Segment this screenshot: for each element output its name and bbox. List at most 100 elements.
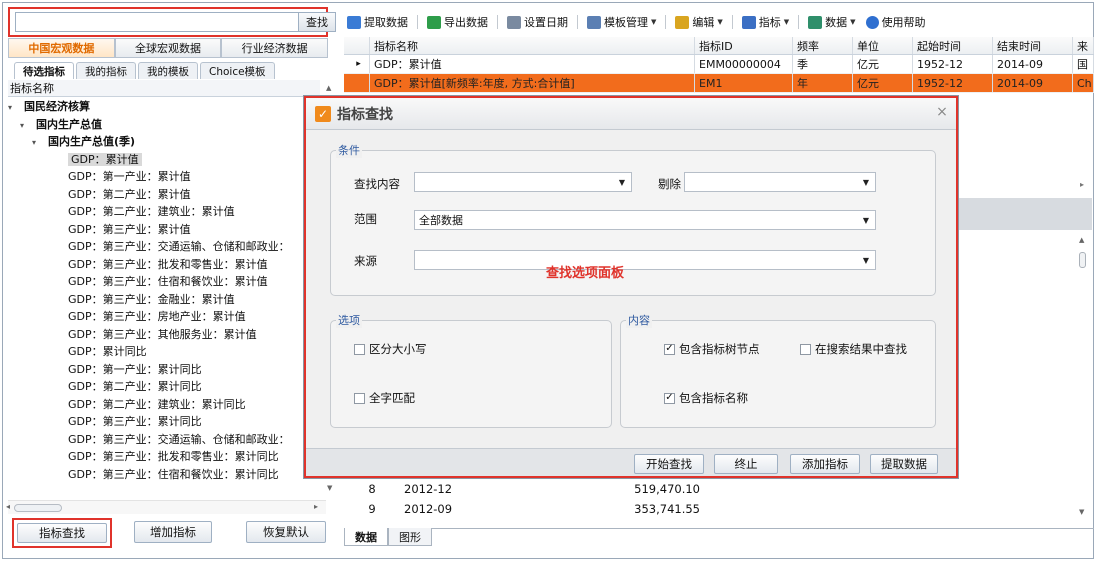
close-icon[interactable]: ×	[934, 104, 950, 120]
checkbox-box[interactable]	[354, 343, 365, 355]
tree-node[interactable]: GDP：第一产业：累计值	[8, 168, 328, 186]
start-find-button[interactable]: 开始查找	[634, 454, 704, 474]
chevron-down-icon[interactable]: ▼	[717, 18, 722, 26]
tree-node[interactable]: ▾ 国民经济核算	[8, 98, 328, 116]
expand-toggle-icon[interactable]: ▾	[20, 117, 30, 135]
scroll-right-icon[interactable]: ▸	[1080, 180, 1092, 194]
tree-node[interactable]: GDP：第三产业：金融业：累计值	[8, 291, 328, 309]
toolbar-item[interactable]: 设置日期	[504, 14, 571, 30]
scroll-right-icon[interactable]: ▸	[314, 502, 318, 511]
source-select[interactable]: ▼	[414, 250, 876, 270]
tree-node[interactable]: GDP：第二产业：建筑业：累计值	[8, 203, 328, 221]
tree-node[interactable]: GDP：第三产业：累计值	[8, 221, 328, 239]
tab-global-macro[interactable]: 全球宏观数据	[114, 38, 222, 58]
include-tree-nodes-checkbox[interactable]: ✓ 包含指标树节点	[664, 341, 760, 357]
scope-select[interactable]: 全部数据 ▼	[414, 210, 876, 230]
table-row[interactable]: GDP：累计值[新频率:年度, 方式:合计值] EM1 年亿元 1952-12 2014…	[344, 74, 1094, 93]
tab-choice-templates[interactable]: Choice模板	[200, 62, 275, 79]
scroll-thumb[interactable]	[14, 504, 62, 512]
chevron-down-icon[interactable]: ▼	[863, 216, 869, 225]
scroll-up-icon[interactable]: ▲	[326, 84, 331, 92]
search-button[interactable]: 查找	[298, 12, 336, 32]
column-header[interactable]	[344, 37, 370, 54]
stop-button[interactable]: 终止	[714, 454, 778, 474]
tree-node[interactable]: GDP：累计值	[8, 151, 328, 169]
table-row[interactable]: ▸ GDP：累计值 EMM00000004 季亿元 1952-12 2014-09 国	[344, 55, 1094, 74]
scroll-thumb[interactable]	[1079, 252, 1086, 268]
tree-node[interactable]: ▾ 国内生产总值(季)	[8, 133, 328, 151]
tree-node[interactable]: GDP：第三产业：其他服务业：累计值	[8, 326, 328, 344]
toolbar-item[interactable]: 使用帮助	[863, 14, 929, 30]
chevron-down-icon[interactable]: ▼	[784, 18, 789, 26]
column-header[interactable]: 指标ID	[695, 37, 793, 54]
exclude-combo[interactable]: ▼	[684, 172, 876, 192]
toolbar-item[interactable]: 导出数据	[424, 14, 491, 30]
dialog-titlebar[interactable]: ✓ 指标查找	[306, 98, 956, 130]
expand-toggle-icon[interactable]: ▾	[8, 99, 18, 117]
include-indicator-name-checkbox[interactable]: ✓ 包含指标名称	[664, 390, 748, 406]
tree-node[interactable]: GDP：第二产业：建筑业：累计同比	[8, 396, 328, 414]
tree-node[interactable]: GDP：第三产业：房地产业：累计值	[8, 308, 328, 326]
column-header[interactable]: 起始时间	[913, 37, 993, 54]
whole-word-checkbox[interactable]: 全字匹配	[354, 390, 415, 406]
tree-node[interactable]: GDP：第一产业：累计同比	[8, 361, 328, 379]
tab-candidate-indicators[interactable]: 待选指标	[14, 62, 74, 79]
tree-node[interactable]: GDP：第二产业：累计值	[8, 186, 328, 204]
column-header[interactable]: 频率	[793, 37, 853, 54]
column-header[interactable]: 结束时间	[993, 37, 1073, 54]
tree-node[interactable]: GDP：第三产业：住宿和餐饮业：累计同比	[8, 466, 328, 484]
scroll-down-icon[interactable]: ▼	[1079, 508, 1084, 516]
search-input[interactable]	[15, 12, 299, 32]
tab-chart[interactable]: 图形	[388, 528, 432, 546]
tree-node[interactable]: ▾ 国内生产总值	[8, 116, 328, 134]
scroll-left-icon[interactable]: ◂	[6, 502, 10, 511]
scroll-up-icon[interactable]: ▲	[1079, 236, 1084, 244]
toolbar-item[interactable]: 模板管理 ▼	[584, 14, 659, 30]
data-row[interactable]: 8 2012-12 519,470.10	[344, 482, 704, 501]
toolbar-item[interactable]: 编辑 ▼	[672, 14, 725, 30]
tree-node[interactable]: GDP：第三产业：交通运输、仓储和邮政业：	[8, 431, 328, 449]
tree-node[interactable]: GDP：第三产业：批发和零售业：累计同比	[8, 448, 328, 466]
tab-data[interactable]: 数据	[344, 528, 388, 546]
tab-my-templates[interactable]: 我的模板	[138, 62, 198, 79]
checkbox-box[interactable]	[354, 392, 365, 404]
chevron-down-icon[interactable]: ▼	[651, 18, 656, 26]
checkmark-icon[interactable]: ✓	[664, 392, 675, 404]
chevron-down-icon[interactable]: ▼	[619, 178, 625, 187]
toolbar-item[interactable]: 提取数据	[344, 14, 411, 30]
restore-default-button[interactable]: 恢复默认	[246, 521, 326, 543]
column-header[interactable]: 来	[1073, 37, 1094, 54]
toolbar-item[interactable]: 数据 ▼	[805, 14, 858, 30]
tab-industry-economy[interactable]: 行业经济数据	[221, 38, 329, 58]
search-in-results-checkbox[interactable]: 在搜索结果中查找	[800, 341, 907, 357]
tree-node[interactable]: GDP：累计同比	[8, 343, 328, 361]
add-indicator-button[interactable]: 增加指标	[134, 521, 212, 543]
find-content-combo[interactable]: ▼	[414, 172, 632, 192]
tree-node[interactable]: GDP：第三产业：累计同比	[8, 413, 328, 431]
extract-data-button[interactable]: 提取数据	[870, 454, 938, 474]
find-indicator-highlight: 指标查找	[12, 518, 112, 548]
column-header[interactable]: 单位	[853, 37, 913, 54]
tree-node[interactable]: GDP：第三产业：批发和零售业：累计值	[8, 256, 328, 274]
tab-china-macro[interactable]: 中国宏观数据	[8, 38, 115, 58]
chevron-down-icon[interactable]: ▼	[850, 18, 855, 26]
tree-horizontal-scrollbar[interactable]: ◂ ▸	[6, 500, 326, 514]
data-row[interactable]: 9 2012-09 353,741.55	[344, 502, 704, 521]
checkmark-icon[interactable]: ✓	[664, 343, 675, 355]
match-case-checkbox[interactable]: 区分大小写	[354, 341, 427, 357]
chevron-down-icon[interactable]: ▼	[863, 256, 869, 265]
column-header[interactable]: 指标名称	[370, 37, 695, 54]
tree-node[interactable]: GDP：第三产业：交通运输、仓储和邮政业：	[8, 238, 328, 256]
scroll-down-icon[interactable]: ▼	[327, 484, 332, 492]
find-indicator-button[interactable]: 指标查找	[17, 523, 107, 543]
chevron-down-icon[interactable]: ▼	[863, 178, 869, 187]
tree-node[interactable]: GDP：第三产业：住宿和餐饮业：累计值	[8, 273, 328, 291]
expand-toggle-icon[interactable]: ▾	[32, 134, 42, 152]
toolbar-item[interactable]: 指标 ▼	[739, 14, 792, 30]
data-vertical-scrollbar[interactable]: ▲ ▼	[1076, 234, 1090, 524]
checkbox-box[interactable]	[800, 343, 811, 355]
add-indicator-button[interactable]: 添加指标	[790, 454, 860, 474]
row-date: 2012-12	[404, 482, 453, 496]
tree-node[interactable]: GDP：第二产业：累计同比	[8, 378, 328, 396]
tab-my-indicators[interactable]: 我的指标	[76, 62, 136, 79]
